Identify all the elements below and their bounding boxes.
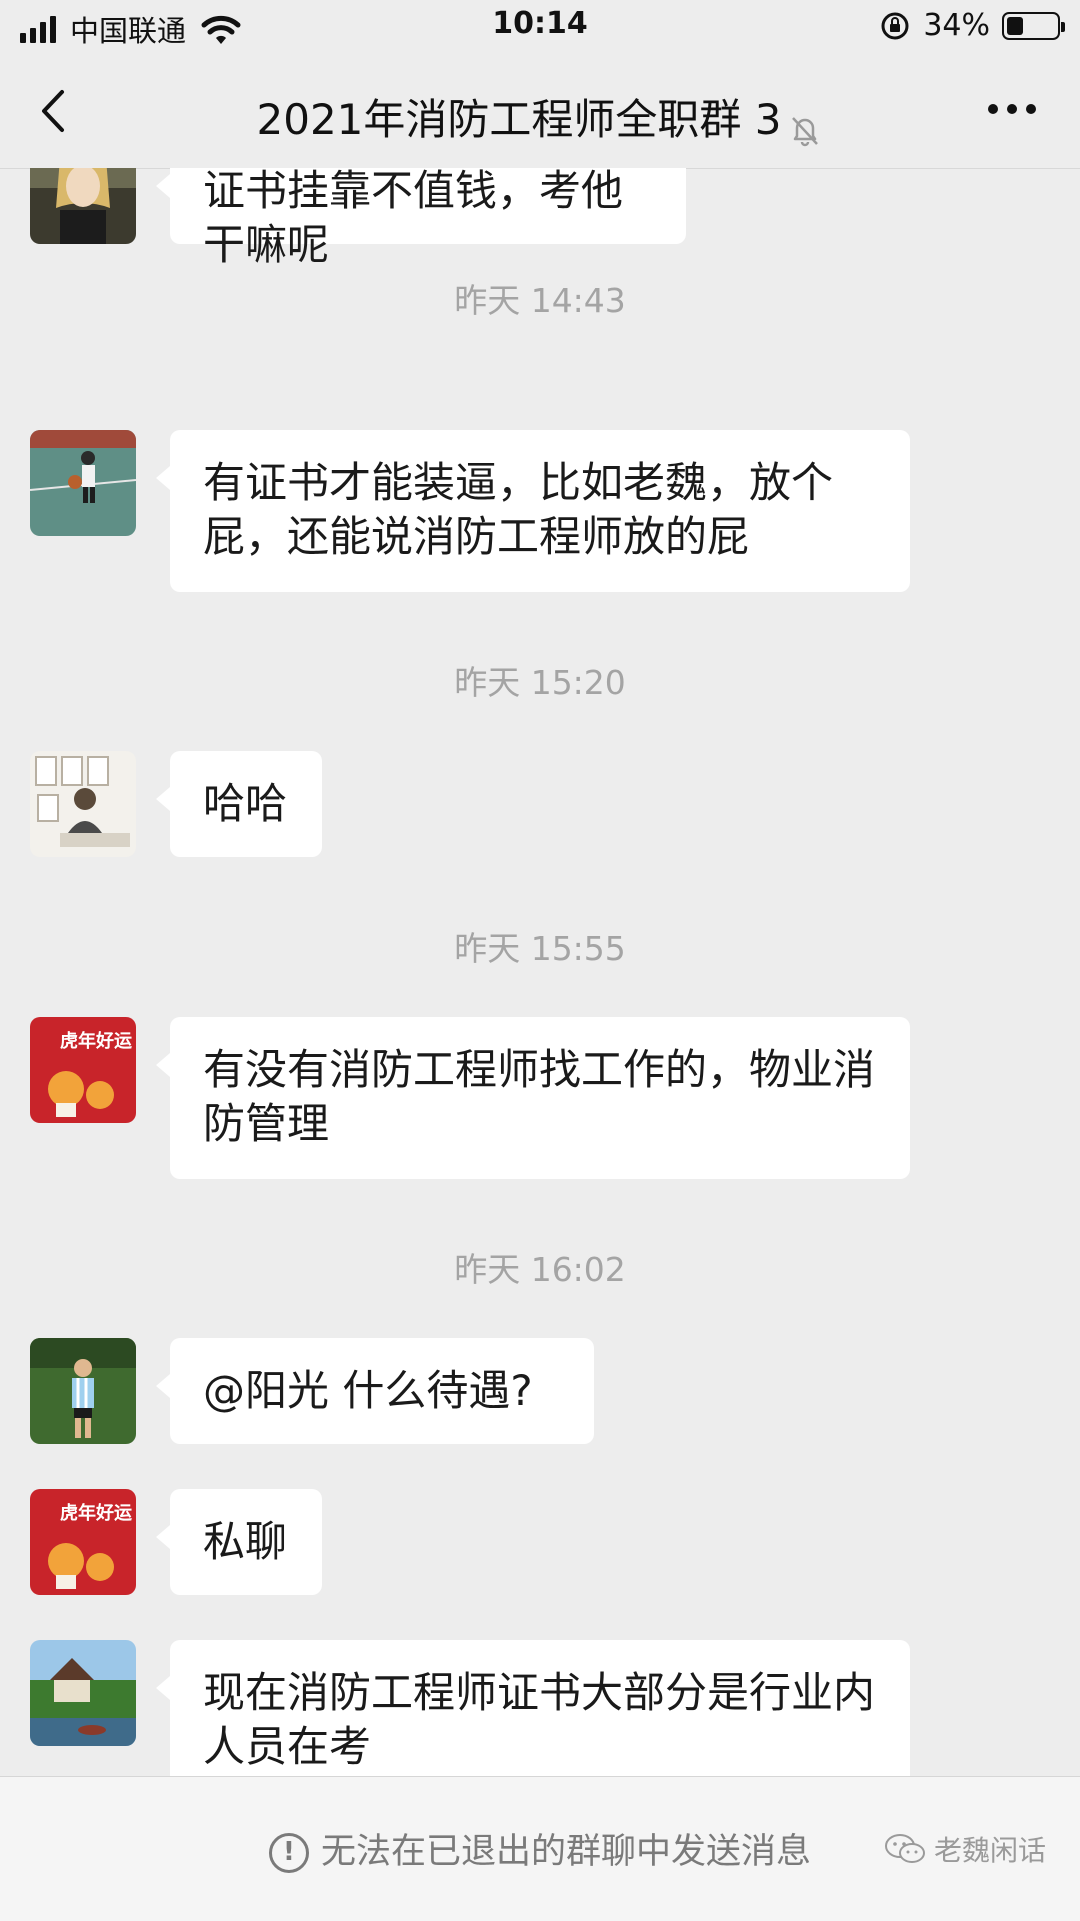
message-bubble[interactable]: 哈哈 [156, 751, 322, 857]
message-text: 有没有消防工程师找工作的，物业消防管理 [203, 1045, 876, 1148]
message-text: @阳光 什么待遇? [203, 1366, 533, 1415]
avatar-anime[interactable] [30, 168, 136, 244]
avatar-child-basketball[interactable] [30, 430, 136, 536]
avatar-cartoon-room[interactable] [30, 751, 136, 857]
wechat-logo-icon [884, 1834, 925, 1863]
avatar-tiger-text: 虎年好运 [60, 1030, 132, 1052]
watermark-text: 老魏闲话 [933, 1834, 1046, 1867]
watermark: 老魏闲话 [884, 1829, 1046, 1869]
battery-icon [1002, 11, 1065, 40]
message-list[interactable]: 证书挂靠不值钱，考他干嘛呢 昨天 14:43 有证书才能装逼，比如老魏，放个屁，… [0, 168, 1080, 1776]
chat-header: 2021年消防工程师全职群 3 [0, 56, 1080, 169]
message-bubble[interactable]: 现在消防工程师证书大部分是行业内人员在考 [156, 1640, 910, 1776]
timestamp: 昨天 15:20 [454, 663, 626, 702]
mute-bell-icon [792, 116, 819, 146]
message-text: 证书挂靠不值钱，考他干嘛呢 [203, 168, 624, 269]
message-bubble[interactable]: @阳光 什么待遇? [156, 1338, 594, 1444]
avatar-tiger[interactable]: 虎年好运 [30, 1017, 136, 1123]
chat-title: 2021年消防工程师全职群 3 [256, 95, 782, 144]
avatar-tiger[interactable]: 虎年好运 [30, 1489, 136, 1595]
chat-title-wrap: 2021年消防工程师全职群 3 [0, 86, 1080, 148]
message-bubble[interactable]: 证书挂靠不值钱，考他干嘛呢 [156, 168, 686, 269]
avatar-garden[interactable] [30, 1640, 136, 1746]
rotation-lock-icon [881, 12, 909, 39]
bottom-bar: ! 无法在已退出的群聊中发送消息 老魏闲话 [0, 1776, 1080, 1921]
more-options-icon[interactable] [988, 104, 1036, 114]
timestamp: 昨天 15:55 [454, 929, 626, 968]
message-bubble[interactable]: 有证书才能装逼，比如老魏，放个屁，还能说消防工程师放的屁 [156, 430, 910, 592]
notice-text: 无法在已退出的群聊中发送消息 [320, 1832, 811, 1872]
message-text: 现在消防工程师证书大部分是行业内人员在考 [203, 1668, 876, 1771]
status-bar: 中国联通 10:14 34% [0, 0, 1080, 56]
avatar-football[interactable] [30, 1338, 136, 1444]
message-text: 有证书才能装逼，比如老魏，放个屁，还能说消防工程师放的屁 [203, 458, 834, 561]
message-text: 哈哈 [203, 779, 288, 828]
battery-percent: 34% [923, 8, 990, 43]
avatar-tiger-text: 虎年好运 [60, 1502, 132, 1524]
message-bubble[interactable]: 有没有消防工程师找工作的，物业消防管理 [156, 1017, 910, 1179]
timestamp: 昨天 16:02 [454, 1250, 626, 1289]
warning-icon: ! [268, 1833, 309, 1873]
timestamp: 昨天 14:43 [454, 281, 626, 320]
status-right: 34% [879, 8, 1065, 43]
message-bubble[interactable]: 私聊 [156, 1489, 322, 1595]
message-text: 私聊 [203, 1517, 288, 1566]
